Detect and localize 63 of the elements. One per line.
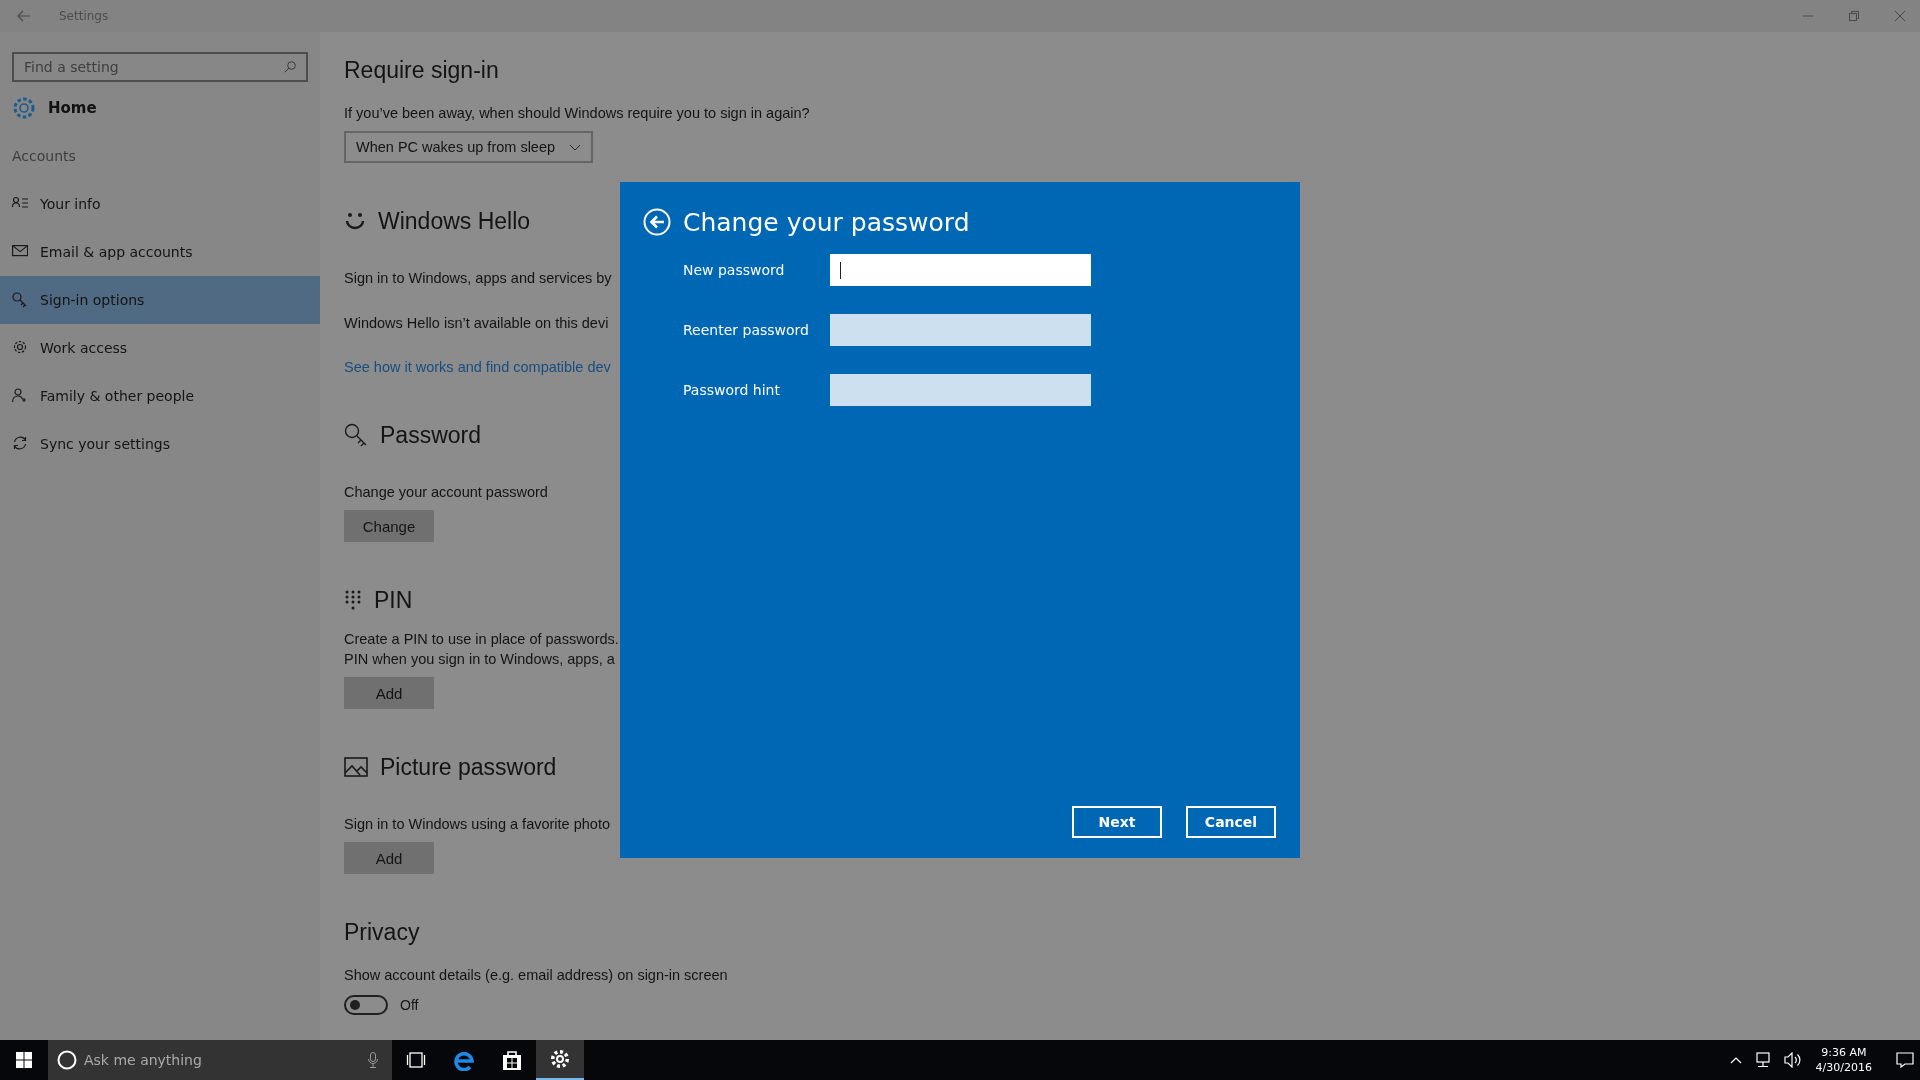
key-icon <box>12 292 28 308</box>
description-text: Show account details (e.g. email address) on sign-in screen <box>344 966 728 985</box>
section-heading: Password <box>380 421 481 449</box>
section-label: Accounts <box>11 147 77 166</box>
sidebar-item[interactable]: Sign-in options <box>0 276 320 324</box>
action-button[interactable]: Change <box>344 510 434 542</box>
dialog-title: Change your password <box>683 207 970 237</box>
notification-icon[interactable] <box>1896 1052 1914 1068</box>
person-add-icon <box>12 388 28 404</box>
section-heading: Windows Hello <box>378 207 531 235</box>
action-button[interactable]: Add <box>344 842 434 874</box>
toggle-state-label: Off <box>400 997 419 1013</box>
password-field[interactable] <box>830 254 1091 286</box>
search-icon <box>284 61 296 73</box>
password-field[interactable] <box>830 374 1091 406</box>
description-text: Sign in to Windows using a favorite photo <box>344 815 610 834</box>
circle-icon <box>57 1050 77 1070</box>
gear-icon <box>12 96 36 120</box>
taskbar-button[interactable] <box>536 1040 584 1080</box>
description-text: Change your account password <box>344 483 548 502</box>
sidebar-item[interactable]: Email & app accounts <box>0 228 320 276</box>
sync-icon <box>12 436 28 452</box>
toggle-switch[interactable] <box>344 995 388 1015</box>
search-field[interactable]: Find a setting <box>12 52 308 82</box>
field-label: New password <box>683 262 786 278</box>
task-view-icon <box>406 1052 426 1068</box>
section-heading: Require sign-in <box>344 56 499 84</box>
field-label: Reenter password <box>683 322 810 338</box>
volume-icon[interactable] <box>1783 1052 1802 1068</box>
description-text: Create a PIN to use in place of passwords. PIN when you sign in to Windows, apps, a <box>344 630 619 669</box>
field-label: Password hint <box>683 382 781 398</box>
clock[interactable]: 9:36 AM 4/30/2016 <box>1815 1045 1872 1075</box>
home-item[interactable]: Home <box>0 86 320 130</box>
gear-icon <box>12 340 28 356</box>
password-field[interactable] <box>830 314 1091 346</box>
chevron-down-icon <box>569 143 582 151</box>
smiley-icon <box>344 211 366 231</box>
section-heading: PIN <box>374 586 413 614</box>
sidebar-item[interactable]: Family & other people <box>0 372 320 420</box>
key-icon <box>344 423 368 447</box>
keypad-icon <box>344 589 362 611</box>
browser-icon <box>453 1049 475 1071</box>
action-button[interactable]: Add <box>344 677 434 709</box>
windows-logo-icon[interactable] <box>16 1052 32 1068</box>
help-link[interactable]: See how it works and find compatible dev <box>344 357 611 377</box>
shopping-bag-icon <box>502 1049 522 1071</box>
section-heading: Picture password <box>380 753 557 781</box>
dialog-button[interactable]: Next <box>1072 806 1162 838</box>
chevron-up-icon[interactable] <box>1729 1056 1742 1064</box>
picture-icon <box>344 757 368 777</box>
sidebar-item[interactable]: Your info <box>0 180 320 228</box>
description-text: Windows Hello isn’t available on this devi <box>344 314 609 333</box>
dropdown[interactable]: When PC wakes up from sleep <box>344 131 594 163</box>
microphone-icon[interactable] <box>368 1052 378 1068</box>
network-icon[interactable] <box>1753 1052 1772 1068</box>
dialog-button[interactable]: Cancel <box>1186 806 1276 838</box>
description-text: Sign in to Windows, apps and services by <box>344 269 612 288</box>
section-heading: Privacy <box>344 918 420 946</box>
gear-icon <box>550 1049 570 1069</box>
description-text: If you’ve been away, when should Windows require you to sign in again? <box>344 104 810 123</box>
sidebar-item[interactable]: Work access <box>0 324 320 372</box>
sidebar-item[interactable]: Sync your settings <box>0 420 320 468</box>
search-field[interactable]: Ask me anything <box>48 1040 392 1080</box>
